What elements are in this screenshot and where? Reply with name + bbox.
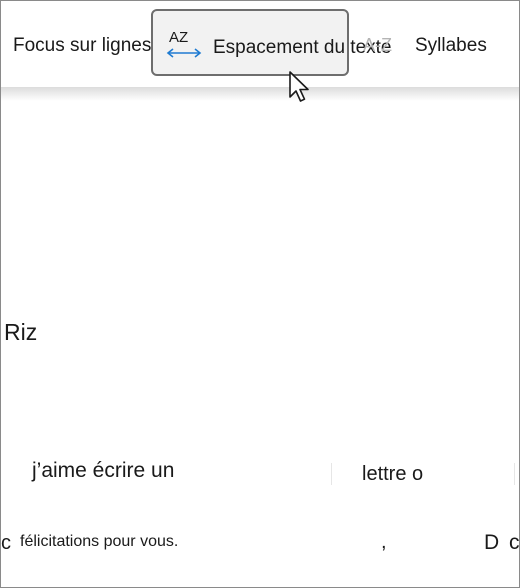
faint-text-edge <box>514 463 515 485</box>
a-to-z-icon: A-Z <box>361 31 401 59</box>
content-letter-c-left: c <box>1 532 11 554</box>
content-phrase-felicitations: félicitations pour vous. <box>20 533 179 550</box>
mouse-pointer-icon <box>288 70 314 106</box>
immersive-reader-window: Focus sur lignes AZ Espacement du texte … <box>0 0 520 588</box>
content-letter-c-right: c <box>509 531 520 554</box>
text-spacing-icon: AZ <box>165 28 203 62</box>
content-word-riz: Riz <box>4 319 38 345</box>
toolbar-shadow <box>1 87 519 101</box>
reading-content: Riz j’aime écrire un lettre o c félicita… <box>1 101 519 587</box>
text-preferences-toolbar: Focus sur lignes AZ Espacement du texte … <box>1 1 519 89</box>
spacing-icon-letters: AZ <box>169 29 188 46</box>
syllables-label: Syllabes <box>415 35 487 56</box>
content-comma: , <box>381 531 387 553</box>
focus-lines-label: Focus sur lignes <box>13 35 152 56</box>
content-letter-d: D <box>484 531 500 554</box>
content-phrase-jaime: j’aime écrire un <box>32 459 175 482</box>
text-spacing-button[interactable]: AZ Espacement du texte <box>151 9 392 76</box>
faint-text-edge <box>331 463 332 485</box>
syllables-button[interactable]: Syllabes <box>415 35 487 57</box>
content-phrase-lettre: lettre o <box>362 463 424 485</box>
focus-lines-button[interactable]: Focus sur lignes <box>13 35 151 57</box>
a-to-z-icon-text: A-Z <box>363 35 392 55</box>
